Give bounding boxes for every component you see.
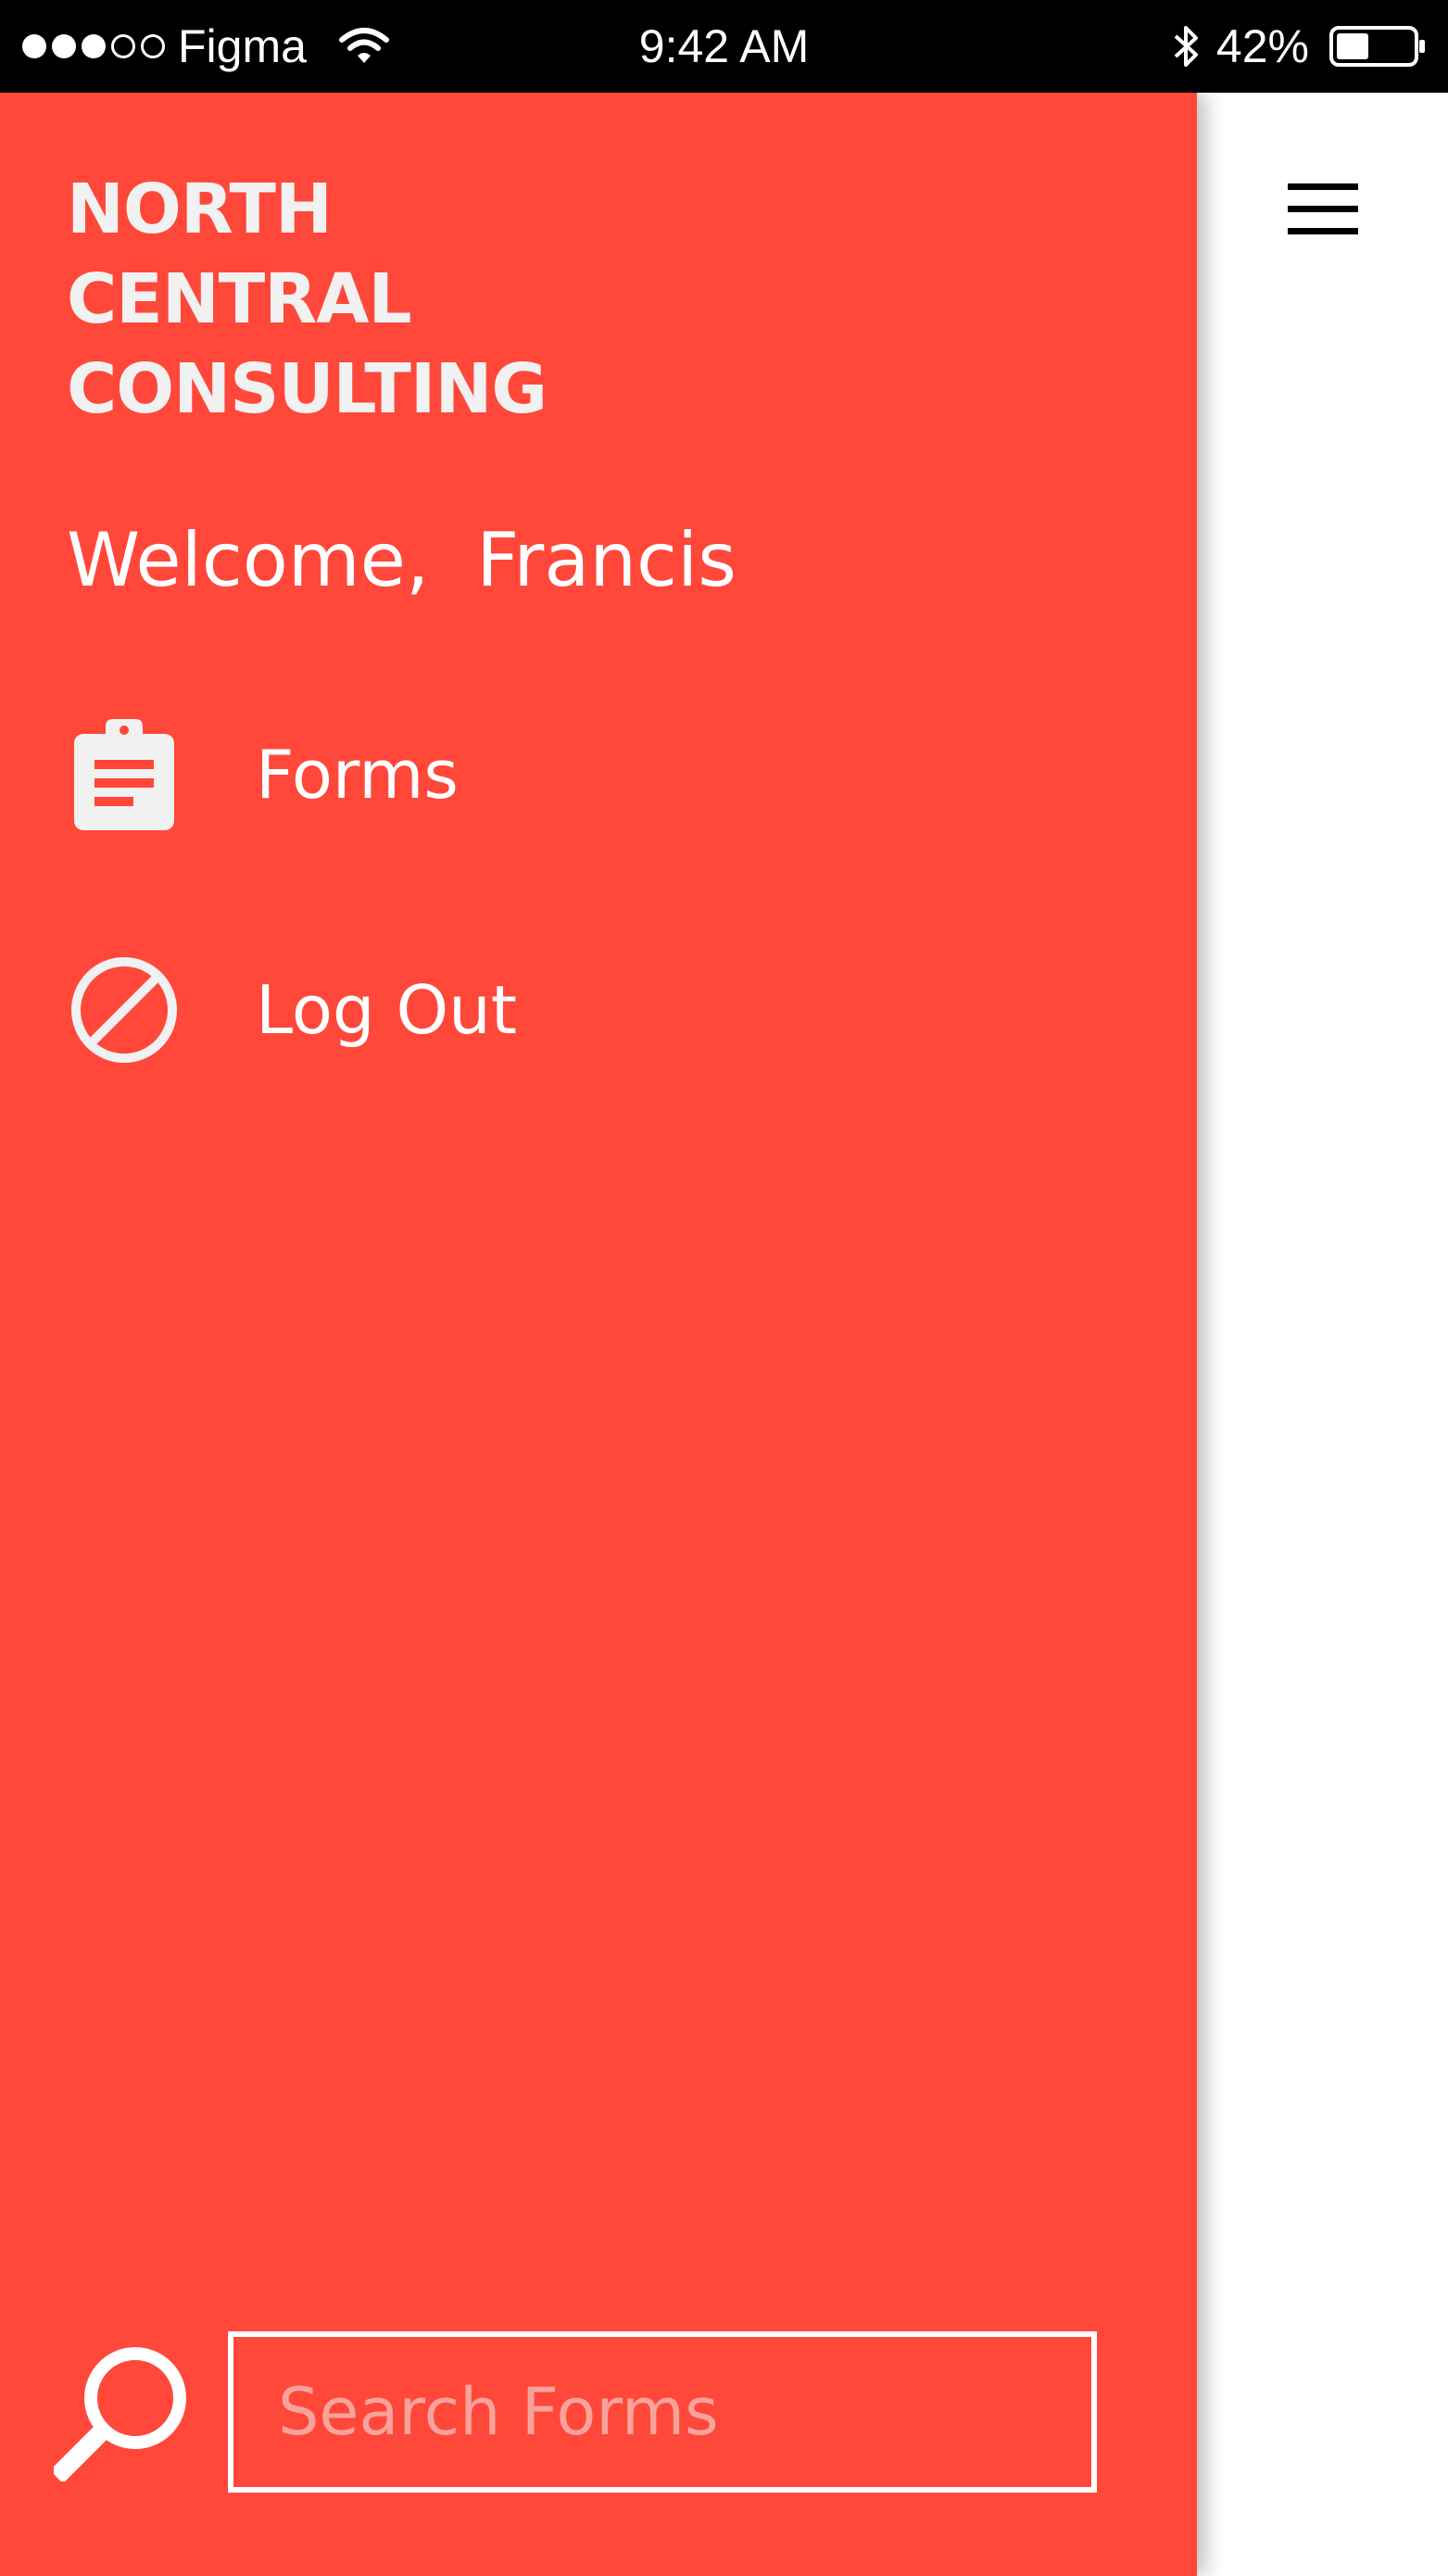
search-icon[interactable] (49, 2342, 193, 2484)
nav-item-label: Forms (256, 736, 459, 814)
nav-item-label: Log Out (256, 971, 518, 1049)
block-icon (63, 949, 185, 1071)
search-forms-input[interactable] (228, 2331, 1097, 2493)
brand-line: NORTH (67, 170, 333, 249)
status-right: 42% (1172, 0, 1426, 93)
welcome-message: Welcome, Francis (67, 517, 737, 603)
navigation-drawer: NORTH CENTRAL CONSULTING Welcome, Franci… (0, 93, 1197, 2576)
brand-line: CONSULTING (67, 349, 548, 429)
battery-percentage: 42% (1215, 20, 1309, 72)
hamburger-menu-icon[interactable] (1277, 174, 1369, 248)
nav-item-log-out[interactable]: Log Out (67, 945, 900, 1075)
brand-line: CENTRAL (67, 259, 412, 339)
status-bar: Figma 9:42 AM 42% (0, 0, 1448, 93)
brand-logo-text: NORTH CENTRAL CONSULTING (67, 165, 548, 435)
bluetooth-icon (1172, 23, 1200, 69)
clipboard-icon (63, 713, 185, 836)
app-screen: Figma 9:42 AM 42% NORTH CENTRAL CONSULTI… (0, 0, 1448, 2576)
nav-item-forms[interactable]: Forms (67, 710, 900, 840)
battery-icon (1329, 26, 1426, 67)
